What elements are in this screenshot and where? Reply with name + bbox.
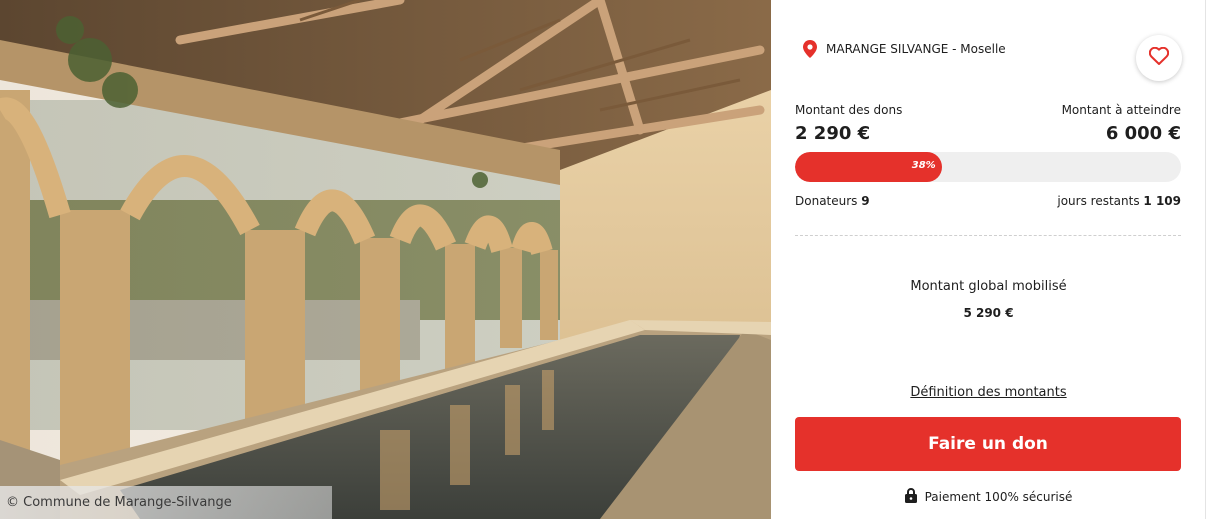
- donors-value: 9: [861, 194, 870, 208]
- favorite-button[interactable]: [1136, 35, 1182, 81]
- definition-link[interactable]: Définition des montants: [771, 385, 1206, 400]
- lavoir-illustration: [0, 0, 771, 519]
- project-location: MARANGE SILVANGE - Moselle: [803, 40, 1006, 58]
- heart-icon: [1148, 46, 1170, 69]
- progress-percent: 38%: [911, 160, 936, 171]
- donate-button[interactable]: Faire un don: [795, 417, 1181, 471]
- global-amount-value: 5 290 €: [963, 306, 1014, 320]
- project-photo: © Commune de Marange-Silvange: [0, 0, 771, 519]
- goal-label: Montant à atteindre: [1061, 103, 1181, 117]
- donors-label: Donateurs: [795, 194, 858, 208]
- map-pin-icon: [803, 40, 817, 58]
- secure-payment: Paiement 100% sécurisé: [771, 487, 1206, 506]
- raised-label: Montant des dons: [795, 103, 903, 117]
- donors-count: Donateurs 9: [795, 194, 870, 208]
- location-text: MARANGE SILVANGE - Moselle: [826, 42, 1006, 56]
- goal-amount: 6 000 €: [1105, 123, 1181, 144]
- secure-label: Paiement 100% sécurisé: [924, 490, 1073, 504]
- photo-credit: © Commune de Marange-Silvange: [0, 486, 332, 519]
- divider: [795, 235, 1181, 236]
- raised-amount: 2 290 €: [795, 123, 871, 144]
- days-value: 1 109: [1143, 194, 1181, 208]
- lock-icon: [904, 487, 917, 506]
- days-remaining: jours restants 1 109: [1057, 194, 1181, 208]
- donation-panel: MARANGE SILVANGE - Moselle Montant des d…: [771, 0, 1206, 519]
- days-label: jours restants: [1057, 194, 1140, 208]
- global-amount-label: Montant global mobilisé: [910, 279, 1067, 294]
- progress-fill: 38%: [795, 152, 942, 182]
- progress-bar: 38%: [795, 152, 1181, 182]
